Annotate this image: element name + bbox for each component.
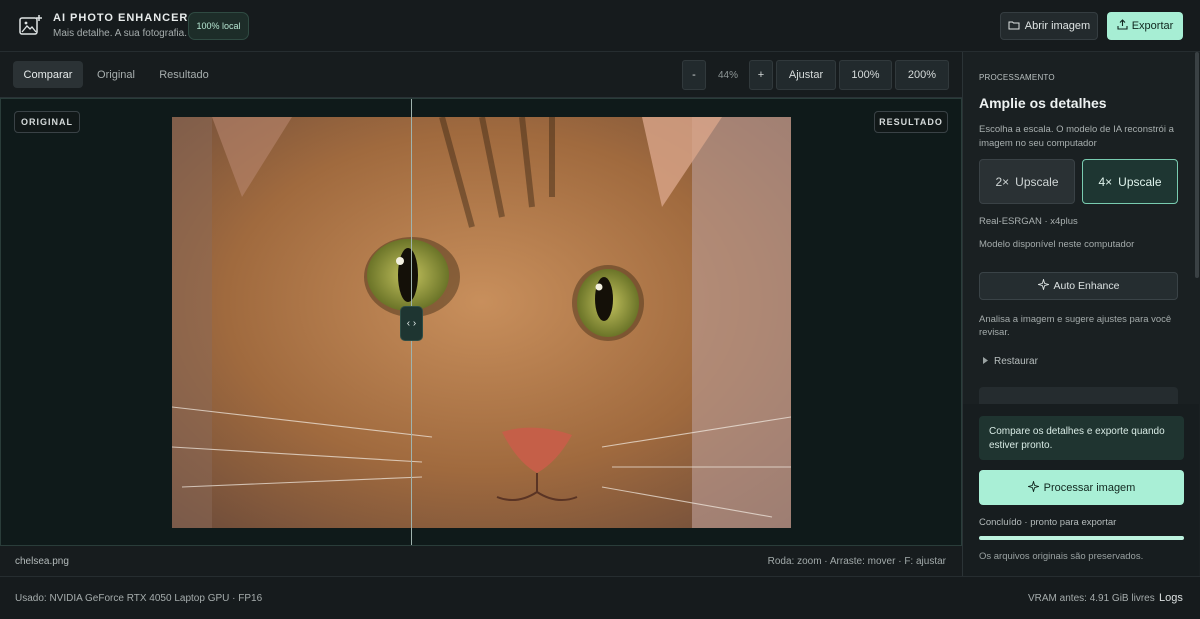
tab-result[interactable]: Resultado [153, 61, 215, 88]
result-tag: RESULTADO [874, 111, 948, 133]
zoom-out-button[interactable]: - [682, 60, 706, 90]
status-bar: Usado: NVIDIA GeForce RTX 4050 Laptop GP… [0, 576, 1200, 619]
panel-title: Amplie os detalhes [979, 95, 1107, 111]
file-name: chelsea.png [15, 556, 69, 567]
panel-description: Escolha a escala. O modelo de IA reconst… [979, 124, 1174, 149]
chevron-left-right-icon: ‹ › [406, 318, 417, 329]
gpu-info: Usado: NVIDIA GeForce RTX 4050 Laptop GP… [15, 593, 263, 604]
section-label: PROCESSAMENTO [979, 73, 1055, 82]
upscale-2x-button[interactable]: 2× Upscale [979, 159, 1075, 204]
process-image-button[interactable]: Processar imagem [979, 470, 1184, 505]
local-badge: 100% local [188, 12, 249, 40]
upscale-2x-factor: 2× [995, 174, 1010, 189]
sparkle-icon [1026, 479, 1040, 495]
original-tag: ORIGINAL [14, 111, 80, 133]
compare-canvas[interactable]: ORIGINAL RESULTADO ‹ › [0, 98, 962, 546]
auto-enhance-button[interactable]: Auto Enhance [979, 272, 1178, 300]
model-name: Real-ESRGAN · x4plus [979, 216, 1078, 227]
upscale-4x-button[interactable]: 4× Upscale [1082, 159, 1178, 204]
view-toolbar: Comparar Original Resultado - 44% + Ajus… [0, 52, 962, 98]
auto-enhance-description: Analisa a imagem e sugere ajustes para v… [979, 314, 1172, 338]
process-image-label: Processar imagem [1043, 481, 1136, 494]
processing-panel: PROCESSAMENTO Amplie os detalhes Escolha… [962, 52, 1200, 576]
sparkle-icon [1036, 277, 1050, 293]
tab-original[interactable]: Original [88, 61, 144, 88]
auto-enhance-label: Auto Enhance [1053, 280, 1120, 292]
model-status: Modelo disponível neste computador [979, 239, 1135, 250]
upscale-4x-factor: 4× [1098, 174, 1113, 189]
zoom-level: 44% [717, 69, 738, 81]
upscale-4x-label: Upscale [1118, 174, 1162, 189]
image-sparkle-icon [19, 14, 43, 36]
tab-compare[interactable]: Comparar [13, 61, 83, 88]
fit-button[interactable]: Ajustar [776, 60, 836, 90]
caret-right-icon [983, 356, 988, 367]
preserved-note: Os arquivos originais são preservados. [979, 551, 1144, 562]
folder-icon [1008, 20, 1020, 33]
canvas-hints: Roda: zoom · Arraste: mover · F: ajustar [767, 556, 946, 567]
upscale-2x-label: Upscale [1015, 174, 1059, 189]
ready-notice: Compare os detalhes e exporte quando est… [979, 416, 1184, 460]
process-status: Concluído · pronto para exportar [979, 517, 1117, 528]
panel-scrollbar[interactable] [1195, 52, 1199, 278]
canvas-footer: chelsea.png Roda: zoom · Arraste: mover … [0, 546, 962, 576]
restore-toggle[interactable]: Restaurar [983, 356, 1038, 367]
app-subtitle: Mais detalhe. A sua fotografia. [53, 28, 187, 39]
open-image-button[interactable]: Abrir imagem [1000, 12, 1098, 40]
export-button[interactable]: Exportar [1107, 12, 1183, 40]
open-image-label: Abrir imagem [1024, 20, 1091, 32]
upload-icon [1117, 19, 1128, 33]
zoom-200-button[interactable]: 200% [895, 60, 949, 90]
compare-handle[interactable]: ‹ › [400, 306, 423, 341]
logs-button[interactable]: Logs [1159, 592, 1183, 604]
panel-footer: Compare os detalhes e exporte quando est… [963, 404, 1199, 576]
app-title: AI PHOTO ENHANCER [53, 12, 189, 24]
zoom-100-button[interactable]: 100% [839, 60, 892, 90]
restore-label: Restaurar [994, 356, 1038, 367]
zoom-in-button[interactable]: + [749, 60, 773, 90]
vram-info: VRAM antes: 4.91 GiB livres [1028, 593, 1155, 604]
export-label: Exportar [1131, 20, 1174, 32]
app-header: AI PHOTO ENHANCER Mais detalhe. A sua fo… [0, 0, 1200, 52]
progress-fill [979, 536, 1184, 540]
progress-bar [979, 536, 1184, 540]
cat-photo[interactable] [172, 117, 791, 528]
